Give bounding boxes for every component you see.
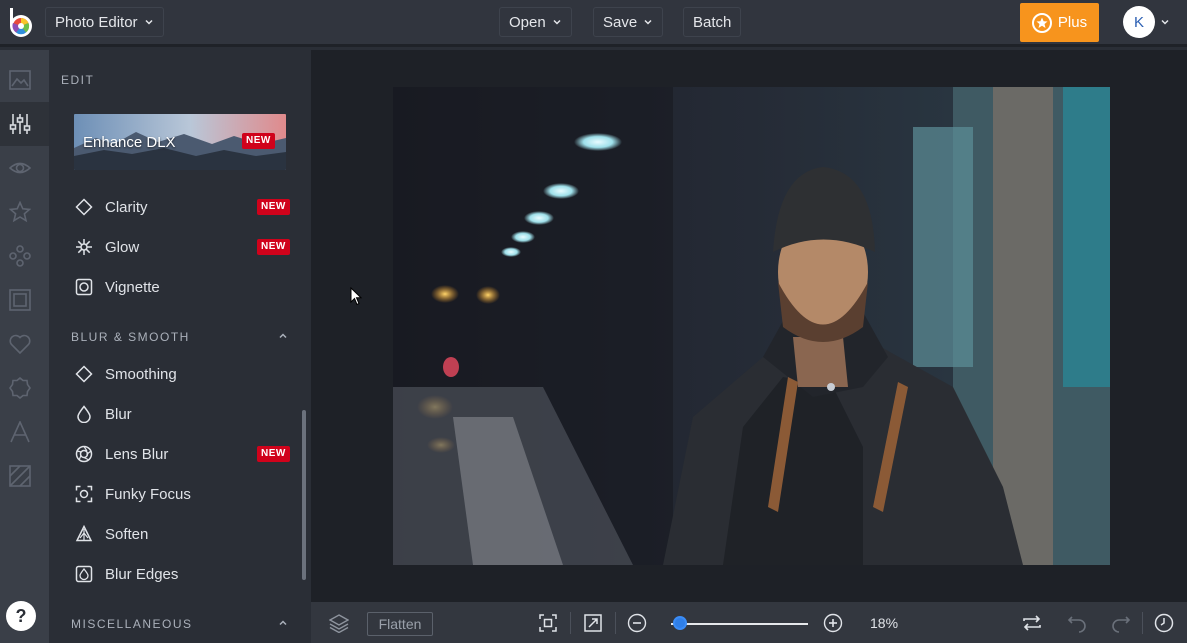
undo-icon[interactable]	[1067, 613, 1087, 633]
tool-label: Glow	[105, 238, 140, 256]
eye-icon[interactable]	[9, 157, 31, 179]
diamond-icon	[75, 365, 93, 383]
layers-icon[interactable]	[329, 613, 349, 633]
shapes-icon[interactable]	[9, 245, 31, 267]
mouse-cursor-icon	[350, 287, 363, 306]
bottom-toolbar: Flatten 18%	[311, 602, 1187, 643]
open-menu-label: Open	[509, 13, 546, 31]
plus-upgrade-button[interactable]: Plus	[1020, 3, 1099, 42]
photo-image[interactable]	[393, 87, 1110, 565]
focus-icon	[75, 485, 93, 503]
new-badge: NEW	[257, 446, 290, 462]
batch-button[interactable]: Batch	[683, 7, 742, 37]
zoom-number: 18	[870, 615, 886, 631]
enhance-dlx-card[interactable]: Enhance DLX NEW	[74, 114, 286, 170]
enhance-dlx-label: Enhance DLX	[83, 134, 176, 151]
section-title-edit: EDIT	[61, 73, 95, 87]
separator	[1142, 612, 1143, 634]
fit-to-screen-icon[interactable]	[538, 613, 558, 633]
zoom-slider-thumb[interactable]	[672, 616, 687, 630]
vignette-icon	[75, 278, 93, 296]
chevron-down-icon	[145, 19, 153, 25]
tool-smoothing[interactable]: Smoothing	[75, 362, 295, 386]
separator	[570, 612, 571, 634]
edit-panel: EDIT Enhance DLX NEW Clarity NEW Glow NE…	[49, 50, 311, 643]
tool-soften[interactable]: Soften	[75, 522, 295, 546]
sparkle-icon	[76, 239, 92, 255]
actual-size-icon[interactable]	[583, 613, 603, 633]
zoom-slider-track[interactable]	[671, 623, 808, 625]
app-switcher-label: Photo Editor	[55, 13, 138, 31]
panel-scrollbar[interactable]	[302, 410, 306, 580]
tool-label: Lens Blur	[105, 445, 169, 463]
tool-vignette[interactable]: Vignette	[75, 275, 295, 299]
top-bar: Photo Editor Open Save Batch Plus K	[0, 0, 1187, 47]
diamond-icon	[75, 198, 93, 216]
new-badge: NEW	[257, 199, 290, 215]
tool-funky-focus[interactable]: Funky Focus	[75, 482, 295, 506]
redo-icon[interactable]	[1111, 613, 1131, 633]
section-title-miscellaneous: MISCELLANEOUS	[71, 617, 193, 631]
blur-edges-icon	[75, 565, 93, 583]
new-badge: NEW	[257, 239, 290, 255]
tool-blur-edges[interactable]: Blur Edges	[75, 562, 295, 586]
batch-label: Batch	[693, 13, 732, 31]
editor-canvas[interactable]	[311, 50, 1187, 602]
tool-label: Soften	[105, 525, 149, 543]
tool-label: Vignette	[105, 278, 160, 296]
badge-icon[interactable]	[9, 377, 31, 399]
section-title-blur-smooth: BLUR & SMOOTH	[71, 330, 190, 344]
app-switcher-dropdown[interactable]: Photo Editor	[45, 7, 164, 37]
chevron-down-icon	[553, 19, 561, 25]
tool-label: Funky Focus	[105, 485, 191, 503]
frame-icon[interactable]	[9, 289, 31, 311]
adjust-sliders-icon[interactable]	[9, 113, 31, 135]
chevron-down-icon[interactable]	[1160, 17, 1170, 27]
befunky-logo-icon[interactable]	[8, 8, 34, 38]
chevron-down-icon	[644, 19, 652, 25]
star-icon[interactable]	[9, 201, 31, 223]
zoom-out-icon[interactable]	[627, 613, 647, 633]
heart-icon[interactable]	[9, 333, 31, 355]
history-clock-icon[interactable]	[1154, 613, 1174, 633]
chevron-up-icon[interactable]	[278, 331, 288, 341]
help-button[interactable]: ?	[6, 601, 36, 631]
open-menu-button[interactable]: Open	[499, 7, 572, 37]
tool-blur[interactable]: Blur	[75, 402, 295, 426]
save-menu-button[interactable]: Save	[593, 7, 664, 37]
soften-icon	[75, 525, 93, 542]
save-menu-label: Save	[603, 13, 638, 31]
new-badge: NEW	[242, 133, 275, 149]
image-icon[interactable]	[9, 69, 31, 91]
portrait-photo	[393, 87, 1110, 565]
flatten-button[interactable]: Flatten	[367, 612, 433, 636]
plus-label: Plus	[1057, 14, 1088, 31]
compare-swap-icon[interactable]	[1022, 613, 1042, 633]
tool-category-rail: ?	[0, 50, 49, 643]
tool-label: Smoothing	[105, 365, 177, 383]
zoom-unit: %	[885, 615, 899, 631]
tool-label: Blur Edges	[105, 565, 179, 583]
star-icon	[1031, 12, 1052, 33]
separator	[615, 612, 616, 634]
zoom-value: 18%	[870, 615, 898, 631]
text-icon[interactable]	[9, 421, 31, 443]
tool-label: Clarity	[105, 198, 148, 216]
aperture-icon	[75, 445, 93, 463]
user-avatar[interactable]: K	[1123, 6, 1155, 38]
droplet-icon	[77, 405, 91, 423]
texture-icon[interactable]	[9, 465, 31, 487]
tool-label: Blur	[105, 405, 132, 423]
chevron-up-icon[interactable]	[278, 618, 288, 628]
zoom-in-icon[interactable]	[823, 613, 843, 633]
